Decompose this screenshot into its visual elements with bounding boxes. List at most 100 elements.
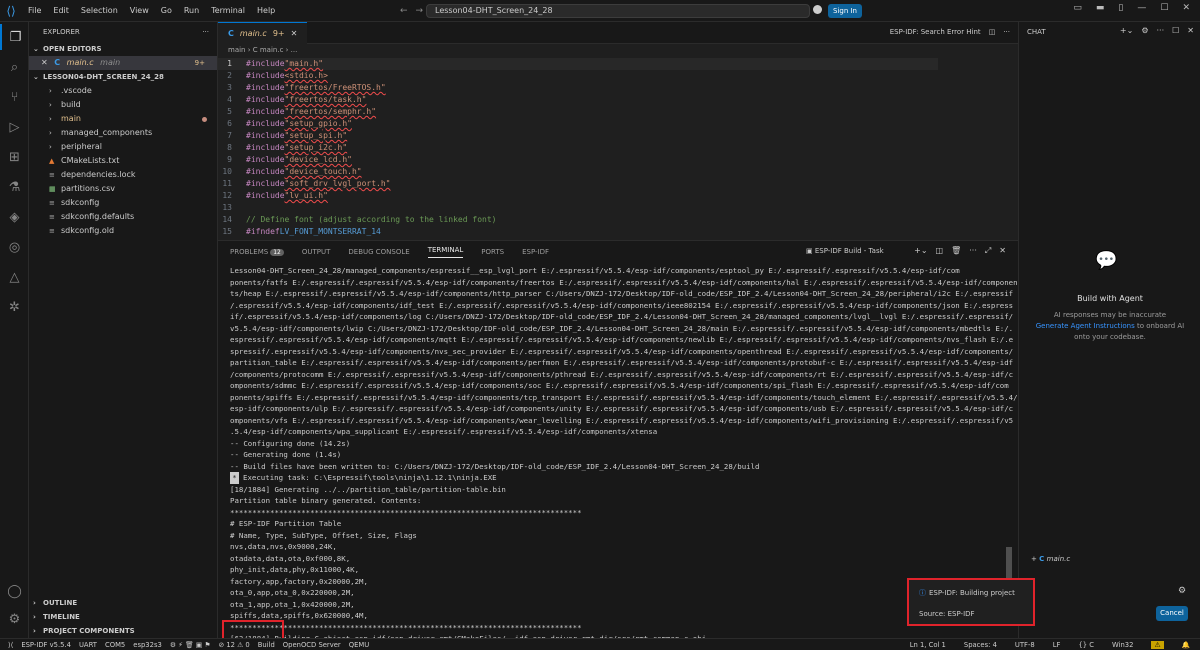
status-build[interactable]: Build <box>258 641 275 649</box>
extensions-icon[interactable]: ⊞ <box>0 144 29 170</box>
maximize-icon[interactable]: ☐ <box>1172 26 1179 35</box>
settings-icon[interactable]: ⚙ <box>1141 26 1148 35</box>
tree-folder-vscode[interactable]: › .vscode <box>29 84 217 98</box>
status-port[interactable]: COM5 <box>105 641 125 649</box>
source-control-icon[interactable]: ⑂ <box>0 84 29 110</box>
copilot-icon[interactable] <box>813 5 822 14</box>
menu-run[interactable]: Run <box>178 6 205 15</box>
notification-gear-icon[interactable]: ⚙ <box>1178 586 1186 596</box>
context-chip[interactable]: + C main.c <box>1031 555 1070 563</box>
cancel-button[interactable]: Cancel <box>1156 606 1188 621</box>
status-indent[interactable]: Spaces: 4 <box>964 641 997 649</box>
code-line[interactable]: 5 #include "freertos/semphr.h" <box>218 106 938 118</box>
open-editor-item[interactable]: ✕ C main.c main 9+ <box>29 56 217 70</box>
tree-file-dependencies[interactable]: ≡ dependencies.lock <box>29 168 217 182</box>
code-line[interactable]: 8 #include "setup_i2c.h" <box>218 142 938 154</box>
status-encoding[interactable]: UTF-8 <box>1015 641 1035 649</box>
status-language[interactable]: {} C <box>1078 641 1094 649</box>
more-icon[interactable]: ··· <box>1156 26 1164 35</box>
tab-main-c[interactable]: C main.c 9+ ✕ <box>218 22 308 44</box>
tab-ports[interactable]: PORTS <box>481 248 504 256</box>
close-icon[interactable]: ✕ <box>1187 26 1194 35</box>
explorer-icon[interactable]: ❐ <box>0 24 29 50</box>
bug-icon[interactable]: ✲ <box>0 294 29 320</box>
status-qemu[interactable]: QEMU <box>349 641 369 649</box>
split-editor-icon[interactable]: ◫ <box>989 28 996 36</box>
status-eol[interactable]: LF <box>1053 641 1061 649</box>
project-section[interactable]: ⌄ LESSON04-DHT_SCREEN_24_28 <box>29 70 217 84</box>
outline-section[interactable]: › OUTLINE <box>29 596 218 610</box>
warning-icon[interactable]: ⚠ <box>1151 641 1164 649</box>
more-icon[interactable]: ··· <box>1003 28 1010 36</box>
tree-folder-managed-components[interactable]: › managed_components <box>29 126 217 140</box>
split-terminal-icon[interactable]: ◫ <box>936 246 944 256</box>
tree-file-sdkconfig-defaults[interactable]: ≡ sdkconfig.defaults <box>29 210 217 224</box>
tree-folder-main[interactable]: › main <box>29 112 217 126</box>
close-panel-icon[interactable]: ✕ <box>999 246 1006 256</box>
settings-gear-icon[interactable]: ⚙ <box>0 606 29 632</box>
code-line[interactable]: 12 #include "lv_ui.h" <box>218 190 938 202</box>
open-editors-section[interactable]: ⌄ OPEN EDITORS <box>29 42 217 56</box>
trash-icon[interactable]: 🗑 <box>951 246 961 256</box>
close-icon[interactable]: ✕ <box>291 29 298 38</box>
account-icon[interactable]: ◯ <box>0 578 29 604</box>
code-line[interactable]: 4 #include "freertos/task.h" <box>218 94 938 106</box>
new-chat-icon[interactable]: +⌄ <box>1120 26 1133 35</box>
forward-arrow-icon[interactable]: → <box>416 6 424 16</box>
tab-terminal[interactable]: TERMINAL <box>427 246 464 258</box>
tab-debug-console[interactable]: DEBUG CONSOLE <box>348 248 409 256</box>
code-line[interactable]: 1 #include "main.h" <box>218 58 938 70</box>
code-line[interactable]: 11 #include "soft_drv_lvgl_port.h" <box>218 178 938 190</box>
timeline-section[interactable]: › TIMELINE <box>29 610 218 624</box>
code-line[interactable]: 14 // Define font (adjust according to th… <box>218 214 938 226</box>
tree-file-cmakelists[interactable]: ▲ CMakeLists.txt <box>29 154 217 168</box>
search-icon[interactable]: ⌕ <box>0 54 29 80</box>
menu-help[interactable]: Help <box>251 6 281 15</box>
remote-icon[interactable]: ◎ <box>0 234 29 260</box>
status-idf-version[interactable]: ESP-IDF v5.5.4 <box>21 641 71 649</box>
tree-file-sdkconfig-old[interactable]: ≡ sdkconfig.old <box>29 224 217 238</box>
layout-sidebar-icon[interactable]: ▯ <box>1118 3 1123 13</box>
maximize-panel-icon[interactable]: ⤢ <box>985 246 991 256</box>
menu-terminal[interactable]: Terminal <box>205 6 251 15</box>
code-line[interactable]: 6 #include "setup_gpio.h" <box>218 118 938 130</box>
code-view[interactable]: 1 #include "main.h" 2 #include <stdio.h> 3 #i… <box>218 58 938 238</box>
status-target[interactable]: esp32s3 <box>133 641 162 649</box>
tab-output[interactable]: OUTPUT <box>302 248 331 256</box>
esp-idf-icon[interactable]: △ <box>0 264 29 290</box>
error-hint-button[interactable]: ESP-IDF: Search Error Hint <box>890 28 981 36</box>
notifications-bell-icon[interactable]: 🔔 <box>1182 641 1190 649</box>
menu-file[interactable]: File <box>22 6 47 15</box>
tree-folder-build[interactable]: › build <box>29 98 217 112</box>
menu-go[interactable]: Go <box>155 6 178 15</box>
tree-folder-peripheral[interactable]: › peripheral <box>29 140 217 154</box>
project-components-section[interactable]: › PROJECT COMPONENTS <box>29 624 218 638</box>
minimize-icon[interactable]: — <box>1137 3 1146 13</box>
testing-icon[interactable]: ⚗ <box>0 174 29 200</box>
breadcrumb[interactable]: main › C main.c › ... <box>218 44 1018 56</box>
command-center-search[interactable]: Lesson04-DHT_Screen_24_28 <box>426 4 810 18</box>
code-line[interactable]: 10 #include "device_touch.h" <box>218 166 938 178</box>
tree-file-partitions[interactable]: ▦ partitions.csv <box>29 182 217 196</box>
status-tool-icons[interactable]: ⚙ ⚡ 🗑 ▣ ⚑ <box>170 641 211 649</box>
add-terminal-icon[interactable]: +⌄ <box>914 246 927 256</box>
run-debug-icon[interactable]: ▷ <box>0 114 29 140</box>
close-icon[interactable]: ✕ <box>41 58 48 67</box>
code-line[interactable]: 2 #include <stdio.h> <box>218 70 938 82</box>
close-icon[interactable]: ✕ <box>1182 3 1190 13</box>
python-icon[interactable]: ◈ <box>0 204 29 230</box>
remote-indicator-icon[interactable]: ⟩⟨ <box>8 641 13 649</box>
code-line[interactable]: 15 #ifndef LV_FONT_MONTSERRAT_14 <box>218 226 938 238</box>
terminal-task-selector[interactable]: ▣ ESP-IDF Build - Task <box>806 247 884 255</box>
more-icon[interactable]: ··· <box>202 22 209 42</box>
sign-in-button[interactable]: Sign In <box>828 4 862 18</box>
layout-icon[interactable]: ▭ <box>1073 3 1082 13</box>
agent-instructions-link[interactable]: Generate Agent Instructions <box>1036 322 1135 330</box>
code-line[interactable]: 9 #include "device_lcd.h" <box>218 154 938 166</box>
more-icon[interactable]: ··· <box>969 246 977 256</box>
tab-problems[interactable]: PROBLEMS 12 <box>230 248 284 256</box>
status-platform[interactable]: Win32 <box>1112 641 1133 649</box>
status-openocd[interactable]: OpenOCD Server <box>283 641 341 649</box>
code-line[interactable]: 7 #include "setup_spi.h" <box>218 130 938 142</box>
tab-esp-idf[interactable]: ESP-IDF <box>522 248 549 256</box>
